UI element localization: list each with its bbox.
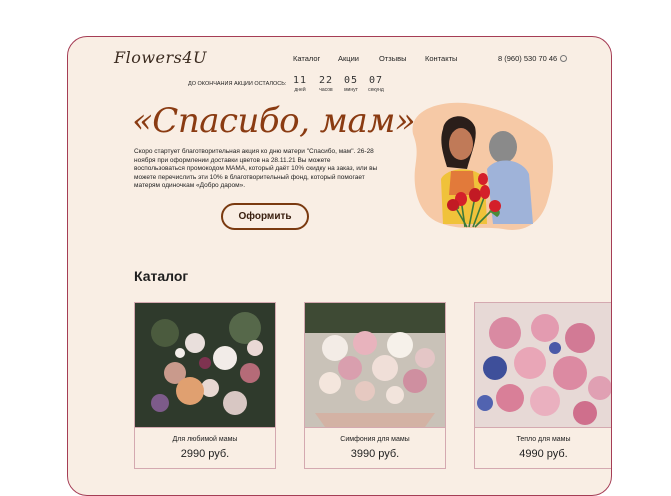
- product-price: 2990 руб.: [180, 448, 230, 460]
- countdown-seconds: 07 секунд: [361, 75, 391, 93]
- nav-item-reviews[interactable]: Отзывы: [379, 54, 406, 63]
- bouquet-photo[interactable]: [135, 303, 275, 427]
- nav-item-promotions[interactable]: Акции: [338, 54, 359, 63]
- bouquet-photo[interactable]: [305, 303, 445, 427]
- card-divider: [135, 427, 275, 428]
- bouquet-photo[interactable]: [475, 303, 611, 427]
- product-card[interactable]: Для любимой мамы 2990 руб.: [134, 302, 276, 469]
- product-card[interactable]: Симфония для мамы 3990 руб.: [304, 302, 446, 469]
- page-frame: Flowers4U Каталог Акции Отзывы Контакты …: [67, 36, 612, 496]
- logo[interactable]: Flowers4U: [114, 48, 207, 67]
- order-button[interactable]: Оформить: [221, 203, 309, 230]
- check-circle-icon: [560, 55, 568, 62]
- product-card[interactable]: Тепло для мамы 4990 руб.: [474, 302, 611, 469]
- card-divider: [475, 427, 611, 428]
- product-price: 4990 руб.: [519, 448, 568, 460]
- product-name: Тепло для мамы: [516, 436, 571, 443]
- countdown-label: ДО ОКОНЧАНИЯ АКЦИИ ОСТАЛОСЬ:: [188, 81, 287, 87]
- hero-title: «Спасибо, мам»: [132, 101, 416, 141]
- countdown-seconds-value: 07: [368, 75, 384, 86]
- countdown-seconds-unit: секунд: [368, 87, 384, 93]
- phone-number[interactable]: 8 (960) 530 70 46: [498, 54, 568, 63]
- mother-daughter-illustration: [412, 102, 553, 230]
- nav-item-contacts[interactable]: Контакты: [425, 54, 457, 63]
- hero-description: Скоро стартует благотворительная акция к…: [134, 148, 378, 189]
- product-price: 3990 руб.: [350, 448, 400, 460]
- product-name: Симфония для мамы: [340, 436, 410, 443]
- catalog-title: Каталог: [134, 268, 189, 284]
- card-divider: [305, 427, 445, 428]
- product-name: Для любимой мамы: [172, 436, 238, 443]
- nav-item-catalog[interactable]: Каталог: [293, 54, 320, 63]
- phone-text: 8 (960) 530 70 46: [498, 54, 558, 63]
